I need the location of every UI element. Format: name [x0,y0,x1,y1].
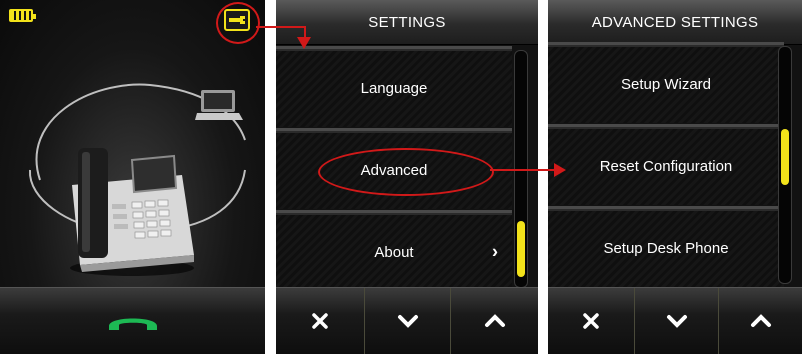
menu-item-label: Language [360,79,428,97]
laptop-icon [195,90,243,120]
menu-item-language[interactable]: Language [276,46,512,127]
call-button[interactable] [0,288,265,354]
close-icon [312,313,328,329]
chevron-down-icon [398,315,418,328]
scroll-down-button[interactable] [634,288,719,354]
close-icon [583,313,599,329]
annotation-circle-settings-icon [216,2,260,44]
home-screen [0,0,265,354]
advanced-bottom-bar [548,287,802,354]
menu-item-label: Setup Wizard [620,75,712,93]
phone-handset-icon [108,318,157,330]
page-title: ADVANCED SETTINGS [548,0,802,45]
annotation-line [256,26,306,28]
chevron-up-icon [485,314,505,327]
scrollbar-thumb[interactable] [781,129,789,185]
scroll-down-button[interactable] [364,288,451,354]
menu-item-reset-configuration[interactable]: Reset Configuration [548,124,784,205]
settings-bottom-bar [276,287,538,354]
menu-item-setup-wizard[interactable]: Setup Wizard [548,42,784,123]
chevron-right-icon: › [492,241,498,262]
chevron-up-icon [751,314,771,327]
scrollbar-thumb[interactable] [517,221,525,277]
battery-icon [9,9,36,22]
close-button[interactable] [276,288,364,354]
close-button[interactable] [548,288,634,354]
annotation-arrow [554,163,566,177]
menu-item-about[interactable]: About › [276,210,512,291]
annotation-arrow [297,37,311,49]
annotation-line [490,169,554,171]
menu-item-label: Reset Configuration [599,157,733,175]
chevron-down-icon [667,315,687,328]
menu-item-setup-desk-phone[interactable]: Setup Desk Phone [548,206,784,287]
scrollbar[interactable] [778,46,792,284]
page-title: SETTINGS [276,0,538,45]
desk-phone-image [70,148,194,276]
scroll-up-button[interactable] [450,288,538,354]
menu-item-label: Setup Desk Phone [603,239,729,257]
home-bottom-bar [0,287,265,354]
advanced-settings-screen: ADVANCED SETTINGS Setup Wizard Reset Con… [548,0,802,354]
menu-item-label: About [374,243,414,261]
scroll-up-button[interactable] [718,288,802,354]
annotation-circle-advanced [318,148,494,196]
